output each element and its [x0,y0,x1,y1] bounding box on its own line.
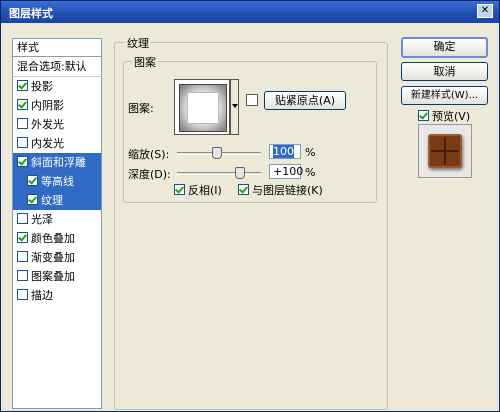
pattern-swatch[interactable] [174,79,230,135]
texture-group: 纹理 图案 图案: 贴紧原点(A) 缩放(S): 100 % 深度(D): +1… [114,35,388,410]
scale-input[interactable]: 100 [269,144,301,159]
style-item-label: 纹理 [41,194,63,207]
pattern-label: 图案: [128,102,154,115]
style-item-pattern-overlay[interactable]: 图案叠加 [13,267,101,286]
style-item-label: 内发光 [31,137,64,150]
invert-checkbox[interactable]: 反相(I) [174,182,222,198]
scale-slider-thumb[interactable] [212,147,222,159]
checkbox[interactable] [418,110,429,121]
layer-style-dialog: 图层样式 ✕ 样式 混合选项:默认 投影 内阴影 外发光 内发光 斜面和浮雕 等… [0,0,500,412]
style-item-contour[interactable]: 等高线 [13,172,101,191]
checkbox[interactable] [17,99,28,110]
checkbox[interactable] [17,251,28,262]
blending-options-item[interactable]: 混合选项:默认 [13,57,101,77]
preview-label: 预览(V) [432,110,471,123]
pattern-dropdown-icon[interactable] [230,79,239,135]
pattern-group-title: 图案 [132,54,158,70]
depth-slider-thumb[interactable] [235,167,245,179]
style-item-satin[interactable]: 光泽 [13,210,101,229]
style-item-label: 外发光 [31,118,64,131]
pattern-group: 图案 图案: 贴紧原点(A) 缩放(S): 100 % 深度(D): +100 … [123,54,377,203]
style-preview [418,124,472,178]
checkbox[interactable] [27,175,38,186]
invert-label: 反相(I) [188,184,222,197]
style-item-stroke[interactable]: 描边 [13,286,101,305]
checkbox[interactable] [17,156,28,167]
checkbox[interactable] [17,118,28,129]
checkbox[interactable] [17,232,28,243]
checkbox[interactable] [17,80,28,91]
cancel-button[interactable]: 取消 [401,62,488,81]
style-item-label: 内阴影 [31,99,64,112]
checkbox[interactable] [174,184,185,195]
style-item-bevel-emboss[interactable]: 斜面和浮雕 [13,153,101,172]
style-item-color-overlay[interactable]: 颜色叠加 [13,229,101,248]
new-preset-icon[interactable] [246,94,258,106]
depth-slider-track[interactable] [177,172,261,175]
style-item-label: 描边 [31,289,53,302]
styles-header[interactable]: 样式 [13,39,101,57]
dialog-body: 样式 混合选项:默认 投影 内阴影 外发光 内发光 斜面和浮雕 等高线 纹理 光… [1,23,499,411]
scale-label: 缩放(S): [128,148,170,161]
style-item-label: 渐变叠加 [31,251,75,264]
style-item-outer-glow[interactable]: 外发光 [13,115,101,134]
checkbox[interactable] [27,194,38,205]
style-item-label: 颜色叠加 [31,232,75,245]
checkbox[interactable] [17,270,28,281]
depth-input[interactable]: +100 [269,164,304,179]
link-with-layer-checkbox[interactable]: 与图层链接(K) [238,182,323,198]
style-item-label: 等高线 [41,175,74,188]
checkbox[interactable] [17,213,28,224]
style-item-label: 图案叠加 [31,270,75,283]
style-item-texture[interactable]: 纹理 [13,191,101,210]
checkbox[interactable] [238,184,249,195]
snap-to-origin-button[interactable]: 贴紧原点(A) [264,91,346,110]
link-with-layer-label: 与图层链接(K) [252,184,323,197]
styles-list: 样式 混合选项:默认 投影 内阴影 外发光 内发光 斜面和浮雕 等高线 纹理 光… [12,38,102,409]
title-bar[interactable]: 图层样式 ✕ [1,1,499,23]
close-icon[interactable]: ✕ [477,4,493,18]
checkbox[interactable] [17,137,28,148]
style-item-gradient-overlay[interactable]: 渐变叠加 [13,248,101,267]
style-item-inner-shadow[interactable]: 内阴影 [13,96,101,115]
chocolate-thumbnail [428,134,462,168]
depth-unit: % [305,166,316,179]
style-item-label: 投影 [31,80,53,93]
depth-value: +100 [273,165,304,178]
ok-button[interactable]: 确定 [401,37,488,58]
new-style-button[interactable]: 新建样式(W)... [401,86,488,105]
depth-label: 深度(D): [128,168,171,181]
scale-value: 100 [273,145,294,158]
style-item-drop-shadow[interactable]: 投影 [13,77,101,96]
style-item-label: 光泽 [31,213,53,226]
style-item-label: 斜面和浮雕 [31,156,86,169]
texture-group-title: 纹理 [125,35,151,51]
checkbox[interactable] [17,289,28,300]
scale-unit: % [305,146,316,159]
preview-checkbox[interactable]: 预览(V) [418,108,470,124]
style-item-inner-glow[interactable]: 内发光 [13,134,101,153]
dialog-title: 图层样式 [9,7,53,20]
